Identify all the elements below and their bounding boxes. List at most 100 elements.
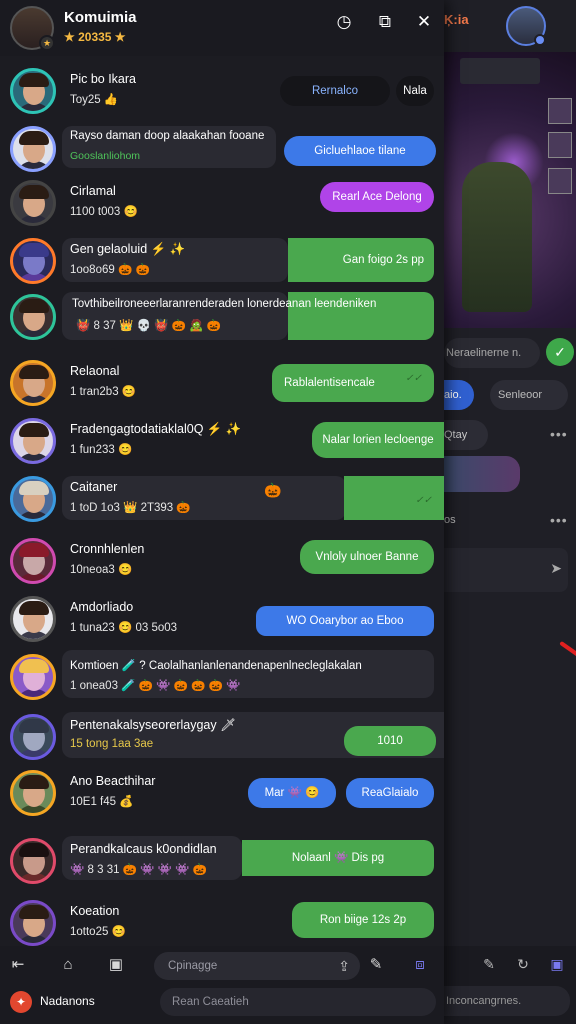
- background-chip-third[interactable]: Qtay: [444, 420, 488, 450]
- star-icon: ★: [39, 35, 55, 51]
- avatar-hair: [19, 131, 49, 145]
- reply-bubble[interactable]: Rernalco: [280, 76, 390, 106]
- reply-bubble[interactable]: Rearl Ace Delong: [320, 182, 434, 212]
- footer: ✦ Nadanons Rean Caeatieh: [0, 986, 444, 1024]
- share-icon[interactable]: ⧉: [373, 10, 397, 34]
- avatar: [10, 714, 56, 760]
- pen-icon[interactable]: ✎: [480, 956, 498, 974]
- contact-name: Cirlamal: [70, 184, 116, 198]
- avatar-hair: [19, 843, 49, 857]
- list-item[interactable]: Gen gelaoluid ⚡ ✨ 1oo8o69 🎃 🎃 Gan foigo …: [0, 234, 444, 290]
- contact-name: Perandkalcaus k0ondidlan: [70, 842, 217, 856]
- contact-name: Komtioen 🧪 ? Caolalhanlanlenandenapenlne…: [70, 660, 362, 672]
- read-receipt-icon: ✓✓: [405, 373, 422, 384]
- bubble-text: Nala: [403, 85, 427, 97]
- reply-bubble[interactable]: 1010: [344, 726, 436, 756]
- reply-bubble[interactable]: WO Ooarybor ao Eboo: [256, 606, 434, 636]
- bubble-text: Gan foigo 2s pp: [342, 254, 424, 266]
- bot-icon[interactable]: ⧈: [410, 955, 430, 975]
- background-avatar[interactable]: [506, 6, 546, 46]
- list-item[interactable]: Pentenakalsyseorerlaygay 🗡 15 tong 1aa 3…: [0, 710, 444, 766]
- background-input[interactable]: Neraelinerne n.: [444, 338, 540, 368]
- footer-label: Nadanons: [40, 994, 95, 1008]
- header: ★ Komuimia ★ 20335 ★ ◷ ⧉ ✕: [0, 0, 444, 56]
- avatar: [10, 180, 56, 226]
- contact-status: Toy25 👍: [70, 94, 119, 106]
- reply-bubble[interactable]: Nala: [396, 76, 434, 106]
- contact-status: 1100 t003 😊: [70, 206, 138, 218]
- contact-status: 1 onea03 🧪 🎃 👾 🎃 🎃 🎃 👾: [70, 680, 241, 692]
- list-item[interactable]: Komtioen 🧪 ? Caolalhanlanlenandenapenlne…: [0, 650, 444, 706]
- contact-status: 1 toD 1o3 👑 2T393 🎃: [70, 502, 191, 514]
- avatar-hair: [19, 481, 49, 495]
- item-slot: [548, 98, 572, 124]
- contact-status: 1oo8o69 🎃 🎃: [70, 264, 150, 276]
- contact-name: Ano Beacthihar: [70, 774, 156, 788]
- reply-bubble[interactable]: Gan foigo 2s pp: [288, 238, 434, 282]
- pen-icon[interactable]: ✎: [366, 955, 386, 975]
- list-item[interactable]: Cronnhlenlen 10neoa3 😊 Vnloly ulnoer Ban…: [0, 534, 444, 590]
- avatar: [10, 294, 56, 340]
- reply-bubble[interactable]: Rablalentisencale ✓✓: [272, 364, 434, 402]
- bot-icon[interactable]: ▣: [548, 956, 566, 974]
- more-icon[interactable]: •••: [550, 426, 568, 442]
- reply-bubble[interactable]: Nolaanl 👾 Dis pg: [242, 840, 434, 876]
- avatar: [10, 654, 56, 700]
- list-item[interactable]: Relaonal 1 tran2b3 😊 Rablalentisencale ✓✓: [0, 356, 444, 412]
- contact-name: Relaonal: [70, 364, 120, 378]
- media-icon[interactable]: ▣: [106, 955, 126, 975]
- background-search[interactable]: Inconcangrnes.: [444, 986, 570, 1016]
- list-item[interactable]: Rayso daman doop alaakahan fooane Goosla…: [0, 122, 444, 178]
- refresh-icon[interactable]: ↻: [514, 956, 532, 974]
- bubble-text: Nolaanl 👾 Dis pg: [291, 852, 385, 864]
- reply-bubble[interactable]: Ron biige 12s 2p: [292, 902, 434, 938]
- game-hero: [462, 162, 532, 312]
- reply-bubble[interactable]: Vnloly ulnoer Banne: [300, 540, 434, 574]
- bubble-text: Gicluehlaoe tilane: [314, 145, 406, 157]
- contact-status: 👹 8 37 👑 💀 👹 🎃 🧟 🎃: [76, 320, 221, 332]
- list-item[interactable]: Koeation 1otto25 😊 Ron biige 12s 2p: [0, 896, 444, 952]
- close-icon[interactable]: ✕: [412, 10, 436, 34]
- background-chip-secondary[interactable]: Senleoor: [490, 380, 568, 410]
- message-input[interactable]: Cpinagge ⇪: [154, 952, 360, 980]
- reply-bubble[interactable]: ReaGlaialo: [346, 778, 434, 808]
- online-dot: [534, 34, 546, 46]
- game-preview[interactable]: [444, 52, 576, 328]
- inbox-icon[interactable]: ⇤: [8, 955, 28, 975]
- page-title: Komuimia: [64, 9, 137, 26]
- list-item[interactable]: Fradengagtodatiaklal0Q ⚡ ✨ 1 fun233 😊 Na…: [0, 414, 444, 470]
- bubble-text: ReaGlaialo: [361, 787, 419, 799]
- reply-bubble[interactable]: Nalar lorien lecloenge: [312, 422, 444, 458]
- list-item[interactable]: ✓✓ Caitaner 1 toD 1o3 👑 2T393 🎃 🎃: [0, 472, 444, 528]
- background-message-box[interactable]: ➤: [444, 548, 568, 592]
- send-icon[interactable]: ➤: [550, 560, 562, 577]
- more-icon[interactable]: •••: [550, 512, 568, 528]
- list-item[interactable]: Pic bo Ikara Toy25 👍 Rernalco Nala: [0, 64, 444, 120]
- header-avatar[interactable]: ★: [10, 6, 55, 51]
- avatar-hair: [19, 365, 49, 379]
- chat-panel: ★ Komuimia ★ 20335 ★ ◷ ⧉ ✕ Pic bo Ikara …: [0, 0, 444, 1024]
- contact-status: 1otto25 😊: [70, 926, 126, 938]
- reply-bubble[interactable]: Gicluehlaoe tilane: [284, 136, 436, 166]
- home-icon[interactable]: ⌂: [58, 955, 78, 975]
- list-item[interactable]: Tovthibeilroneeerlaranrenderaden lonerde…: [0, 290, 444, 346]
- read-receipt-icon: ✓✓: [415, 495, 432, 506]
- list-item[interactable]: Cirlamal 1100 t003 😊 Rearl Ace Delong: [0, 176, 444, 232]
- list-item[interactable]: Ano Beacthihar 10E1 f45 💰 Mar 👾 😊 ReaGla…: [0, 766, 444, 822]
- footer-search-input[interactable]: Rean Caeatieh: [160, 988, 436, 1016]
- contact-name: Koeation: [70, 904, 120, 918]
- thumbnail-strip[interactable]: [444, 456, 520, 492]
- clock-icon[interactable]: ◷: [332, 10, 356, 34]
- list-item[interactable]: Perandkalcaus k0ondidlan 👾 8 3 31 🎃 👾 👾 …: [0, 834, 444, 890]
- reply-bubble[interactable]: Mar 👾 😊: [248, 778, 336, 808]
- background-chip-fourth: os: [444, 514, 456, 526]
- avatar-hair: [19, 243, 49, 257]
- background-chip-active[interactable]: aio.: [444, 380, 474, 410]
- check-icon[interactable]: ✓: [546, 338, 574, 366]
- list-item[interactable]: Amdorliado 1 tuna23 😊 03 5o03 WO Ooarybo…: [0, 592, 444, 648]
- app-logo-icon[interactable]: ✦: [10, 991, 32, 1013]
- bubble-text: Vnloly ulnoer Banne: [315, 551, 419, 563]
- avatar: [10, 68, 56, 114]
- bubble-text: WO Ooarybor ao Eboo: [286, 615, 404, 627]
- attach-icon[interactable]: ⇪: [338, 952, 350, 980]
